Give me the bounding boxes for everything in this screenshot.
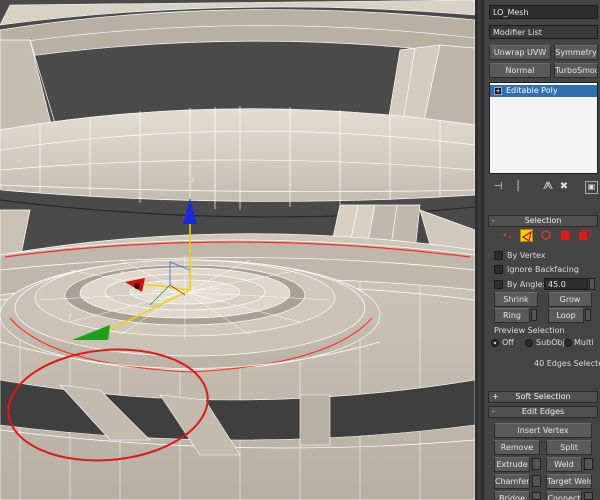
bridge-button[interactable]: Bridge [494, 491, 530, 500]
loop-button[interactable]: Loop [548, 308, 584, 323]
selection-status: 40 Edges Selected [534, 359, 600, 368]
turbosmooth-button[interactable]: TurboSmooth [554, 63, 598, 78]
by-angle-input[interactable]: 45.0 [544, 278, 588, 290]
viewport[interactable]: z x y [0, 0, 475, 500]
stack-toolbar: ⊣ │ ⨇ ✖ ▣ [489, 180, 598, 194]
by-vertex-checkbox[interactable] [494, 251, 503, 260]
stack-item-label: Editable Poly [506, 86, 558, 95]
target-weld-button[interactable]: Target Weld [546, 474, 592, 489]
shrink-button[interactable]: Shrink [494, 292, 538, 307]
gizmo-x-label: x [120, 269, 124, 277]
rollout-title: Selection [524, 216, 562, 225]
vertex-mode-icon[interactable] [501, 229, 514, 242]
by-angle-spinner[interactable] [589, 278, 595, 290]
gizmo-y-label: y [68, 312, 72, 320]
viewport-panel-divider[interactable] [475, 0, 484, 500]
weld-settings-button[interactable] [584, 458, 593, 470]
selection-rollout-header[interactable]: - Selection [488, 215, 598, 227]
rollout-title: Soft Selection [515, 392, 571, 401]
viewport-canvas[interactable]: z x y [0, 0, 475, 500]
by-vertex-label: By Vertex [507, 251, 546, 260]
chamfer-settings-button[interactable] [532, 475, 541, 487]
insert-vertex-button[interactable]: Insert Vertex [494, 423, 592, 438]
grow-button[interactable]: Grow [548, 292, 592, 307]
bridge-settings-button[interactable] [532, 492, 541, 500]
expand-icon: + [492, 392, 499, 401]
object-name-field[interactable]: LO_Mesh [489, 5, 598, 19]
soft-selection-rollout-header[interactable]: + Soft Selection [488, 391, 598, 403]
element-mode-icon[interactable] [578, 229, 591, 242]
ignore-backfacing-checkbox[interactable] [494, 265, 503, 274]
loop-spinner[interactable] [585, 309, 591, 321]
configure-modifier-sets-icon[interactable]: ▣ [585, 181, 598, 194]
preview-multi-radio[interactable] [564, 339, 572, 347]
ring-button[interactable]: Ring [494, 308, 530, 323]
collapse-icon: - [492, 407, 495, 416]
polygon-mode-icon[interactable] [559, 229, 572, 242]
make-unique-icon[interactable]: ⨇ [541, 180, 555, 194]
remove-modifier-icon[interactable]: ✖ [557, 180, 571, 194]
expand-icon[interactable]: + [494, 87, 502, 95]
pin-stack-icon[interactable]: ⊣ [491, 180, 505, 194]
symmetry-button[interactable]: Symmetry [554, 45, 598, 60]
ignore-backfacing-label: Ignore Backfacing [507, 265, 579, 274]
modifier-stack[interactable]: + Editable Poly [489, 82, 598, 174]
by-angle-label: By Angle: [507, 280, 546, 289]
remove-button[interactable]: Remove [494, 440, 540, 455]
normal-button[interactable]: Normal [489, 63, 551, 78]
preview-off-radio[interactable] [491, 339, 499, 347]
show-end-result-icon[interactable]: │ [511, 180, 525, 194]
split-button[interactable]: Split [546, 440, 592, 455]
unwrap-uvw-button[interactable]: Unwrap UVW [489, 45, 551, 60]
connect-settings-button[interactable] [584, 492, 593, 500]
connect-button[interactable]: Connect [546, 491, 582, 500]
extrude-settings-button[interactable] [532, 458, 541, 470]
modifier-list-dropdown[interactable]: Modifier List [489, 25, 598, 39]
ring-spinner[interactable] [531, 309, 537, 321]
chamfer-button[interactable]: Chamfer [494, 474, 530, 489]
edit-edges-rollout-header[interactable]: - Edit Edges [488, 406, 598, 418]
stack-item-editable-poly[interactable]: + Editable Poly [490, 85, 597, 97]
edge-mode-icon[interactable] [520, 229, 533, 242]
preview-multi-label: Multi [574, 338, 594, 347]
command-panel: LO_Mesh Modifier List Unwrap UVW Symmetr… [484, 0, 600, 500]
weld-button[interactable]: Weld [546, 457, 582, 472]
rollout-title: Edit Edges [521, 407, 565, 416]
app-window: z x y LO_Mesh Modifier List Unwrap UVW S… [0, 0, 600, 500]
extrude-button[interactable]: Extrude [494, 457, 530, 472]
preview-off-label: Off [502, 338, 514, 347]
by-angle-checkbox[interactable] [494, 280, 503, 289]
gizmo-z-label: z [191, 176, 195, 184]
collapse-icon: - [492, 216, 495, 225]
preview-subobj-radio[interactable] [525, 339, 533, 347]
preview-selection-label: Preview Selection [494, 326, 565, 335]
preview-subobj-label: SubObj [536, 338, 565, 347]
border-mode-icon[interactable] [540, 229, 553, 242]
